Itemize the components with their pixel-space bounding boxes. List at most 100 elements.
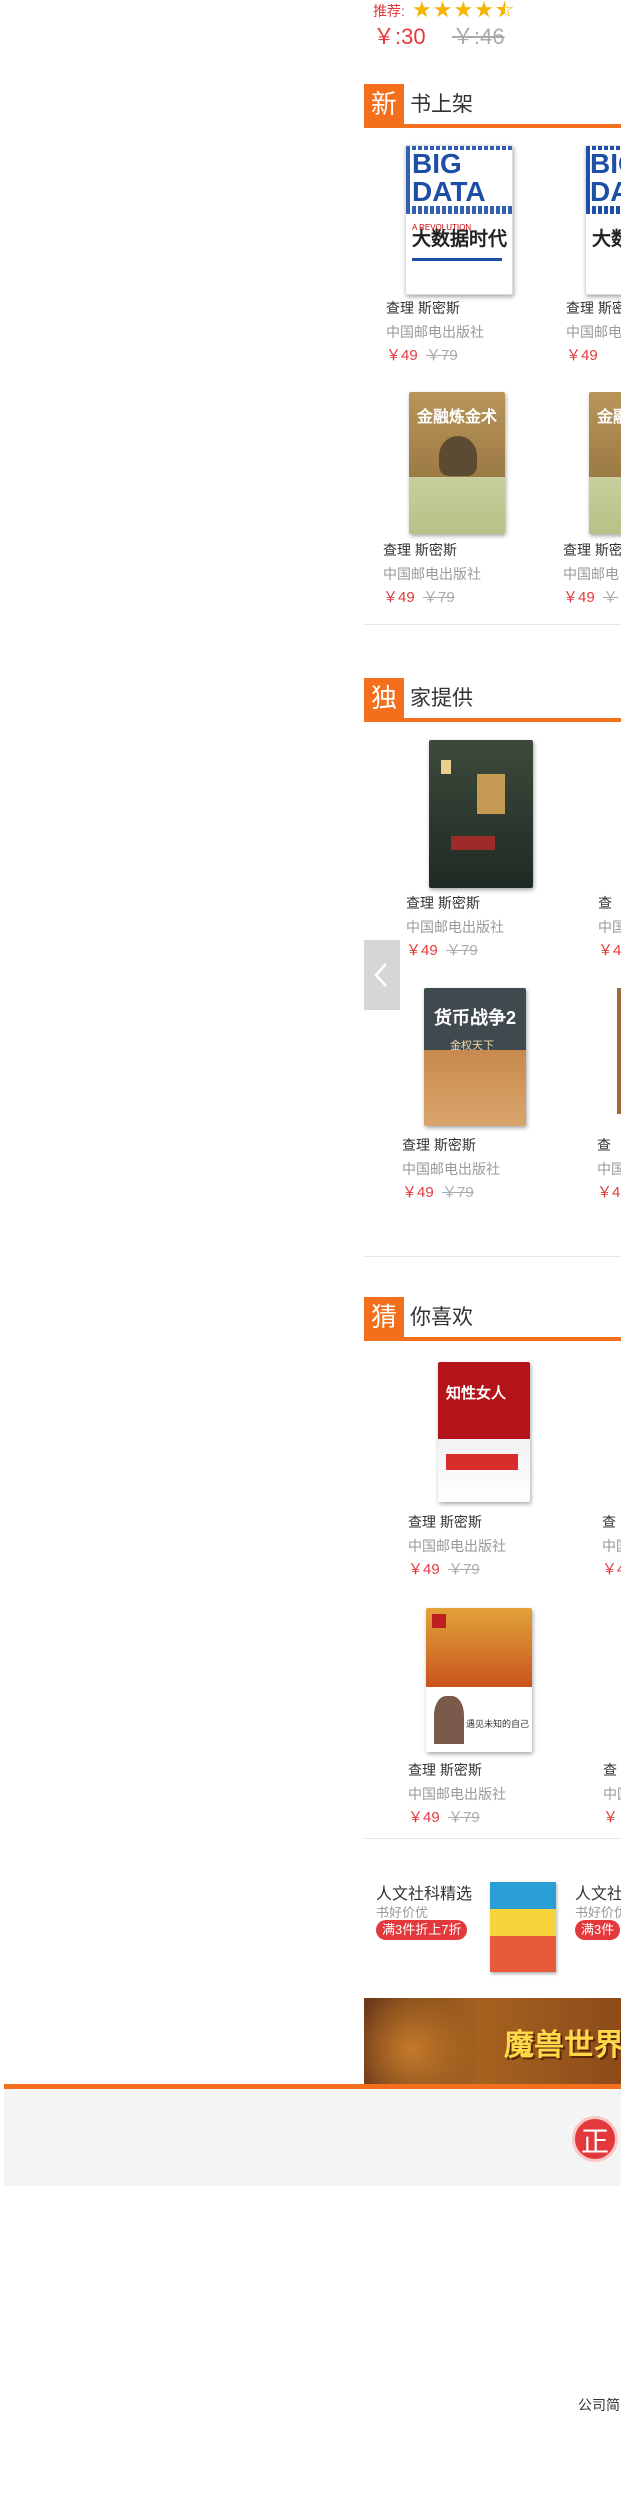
book-price: ￥4 [597, 1184, 621, 1201]
book-publisher: 中国邮电出版社 [408, 1786, 506, 1802]
cover-title: 大数据时代 [592, 229, 621, 250]
cover-text: BIG DATA [590, 150, 621, 206]
book-publisher: 中国邮电 [566, 324, 621, 340]
book-card[interactable]: BIG DATA 大数据时代 查理 斯密 中国邮电 ￥49 [566, 145, 621, 365]
book-publisher: 中国邮电出版社 [386, 324, 484, 340]
section-header-exclusive: 独 家提供 [364, 678, 621, 722]
book-price-old: ￥79 [448, 1561, 480, 1578]
book-publisher: 中国 [597, 1161, 621, 1177]
divider [364, 624, 621, 625]
price-current: ￥:30 [373, 24, 426, 49]
book-cover[interactable]: 金融炼金术 [589, 392, 621, 534]
section-badge: 猜 [364, 1297, 404, 1337]
book-card[interactable]: 查理 斯密斯 中国邮电出版社 ￥49 ￥79 [406, 740, 536, 960]
banner-title: 魔兽世界 [504, 2029, 621, 2062]
book-price-old: ￥79 [446, 942, 478, 959]
book-card[interactable]: 金融炼金术 查理 斯密 中国邮电 ￥49 ￥ [563, 392, 621, 612]
book-author: 查理 斯密斯 [408, 1514, 482, 1530]
book-card[interactable]: 查 中国 ￥ [603, 1760, 621, 1832]
cover-text: BIG DATA [410, 150, 512, 206]
book-cover[interactable]: 货币战争2 金权天下 [424, 988, 526, 1126]
divider [364, 1256, 621, 1257]
promo-title: 人文社科精选 [376, 1886, 473, 1903]
section-title: 家提供 [410, 687, 473, 710]
book-price: ￥49 [386, 347, 418, 364]
promo-book-image[interactable] [490, 1882, 556, 1972]
book-price-old: ￥79 [426, 347, 458, 364]
promo-subtitle: 书好价优 [376, 1905, 429, 1920]
footer-company-link[interactable]: 公司简 [578, 2395, 620, 2415]
book-card[interactable]: BIG DATA A REVOLUTION 大数据时代 查理 斯密斯 中国邮电出… [386, 145, 516, 365]
book-publisher: 中国邮电出版社 [383, 566, 481, 582]
book-author: 查 [597, 1137, 611, 1153]
book-publisher: 中国 [603, 1786, 621, 1802]
recommend-label: 推荐: [373, 3, 405, 19]
book-price: ￥49 [408, 1561, 440, 1578]
promo-subtitle: 书好价优 [575, 1905, 621, 1920]
book-price-old: ￥79 [442, 1184, 474, 1201]
book-card[interactable]: 查 中国 ￥4 [598, 893, 621, 965]
book-card[interactable]: 查 中国 ￥4 [597, 1135, 621, 1207]
book-price: ￥49 [383, 589, 415, 606]
book-card[interactable]: 知性女人 查理 斯密斯 中国邮电出版社 ￥49 ￥79 [408, 1362, 538, 1582]
book-author: 查 [603, 1762, 617, 1778]
book-price: ￥49 [402, 1184, 434, 1201]
book-author: 查理 斯密斯 [406, 895, 480, 911]
book-price: ￥49 [566, 347, 598, 364]
cover-title: 遇见未知的自己 [466, 1719, 530, 1729]
book-price: ￥49 [406, 942, 438, 959]
book-publisher: 中国邮电 [563, 566, 619, 582]
cover-title: 知性女人 [446, 1385, 507, 1402]
book-price-old: ￥ [603, 589, 619, 606]
promo-banner[interactable]: 魔兽世界 [364, 1998, 621, 2084]
promo-tag: 满3件 [575, 1920, 621, 1940]
section-header-new: 新 书上架 [364, 84, 621, 128]
book-author: 查理 斯密斯 [408, 1762, 482, 1778]
book-cover[interactable]: 金融炼金术 [409, 392, 505, 534]
book-price-old: ￥79 [448, 1809, 480, 1826]
divider [364, 1838, 621, 1839]
book-author: 查 [598, 895, 612, 911]
promo-card[interactable]: 人文社科精选 书好价优 满3件折上7折 [376, 1876, 556, 1972]
cover-title: 金融炼金术 [597, 409, 621, 426]
footer-panel [4, 2089, 621, 2186]
cover-title: 金融炼金术 [417, 409, 498, 426]
book-price: ￥4 [598, 942, 621, 959]
book-card[interactable]: 遇见未知的自己 查理 斯密斯 中国邮电出版社 ￥49 ￥79 [408, 1608, 538, 1828]
book-publisher: 中国邮电出版社 [402, 1161, 500, 1177]
book-price: ￥49 [563, 589, 595, 606]
book-cover[interactable]: BIG DATA A REVOLUTION 大数据时代 [405, 145, 513, 295]
book-cover-edge[interactable] [617, 988, 621, 1114]
book-cover[interactable]: BIG DATA 大数据时代 [585, 145, 621, 295]
section-title: 你喜欢 [410, 1306, 473, 1329]
book-card[interactable]: 金融炼金术 查理 斯密斯 中国邮电出版社 ￥49 ￥79 [383, 392, 513, 612]
chevron-left-icon [374, 963, 387, 987]
footer-badge[interactable]: 正 [572, 2116, 618, 2162]
book-publisher: 中国 [602, 1538, 621, 1554]
book-price: ￥49 [408, 1809, 440, 1826]
book-author: 查理 斯密 [566, 300, 621, 316]
book-cover[interactable]: 知性女人 [438, 1362, 530, 1502]
section-title: 书上架 [410, 93, 473, 116]
book-author: 查理 斯密斯 [402, 1137, 476, 1153]
book-cover[interactable] [429, 740, 533, 888]
book-author: 查理 斯密斯 [383, 542, 457, 558]
book-card[interactable]: 查 中国 ￥4 [602, 1512, 621, 1584]
book-author: 查 [602, 1514, 616, 1530]
price-original: ￥:46 [452, 24, 505, 49]
book-price: ￥ [603, 1809, 619, 1826]
book-cover[interactable]: 遇见未知的自己 [426, 1608, 532, 1752]
book-author: 查理 斯密 [563, 542, 621, 558]
carousel-prev-button[interactable] [364, 940, 400, 1010]
book-author: 查理 斯密斯 [386, 300, 460, 316]
section-header-guess: 猜 你喜欢 [364, 1297, 621, 1341]
section-badge: 新 [364, 84, 404, 124]
cover-title: 货币战争2 [434, 1008, 517, 1028]
book-publisher: 中国邮电出版社 [408, 1538, 506, 1554]
cover-title: 大数据时代 [412, 229, 508, 250]
cover-subtitle: 金权天下 [450, 1040, 494, 1052]
book-publisher: 中国邮电出版社 [406, 919, 504, 935]
book-price: ￥4 [602, 1561, 621, 1578]
book-card[interactable]: 货币战争2 金权天下 查理 斯密斯 中国邮电出版社 ￥49 ￥79 [402, 985, 542, 1205]
promo-card[interactable]: 人文社 书好价优 满3件 [575, 1876, 621, 1972]
